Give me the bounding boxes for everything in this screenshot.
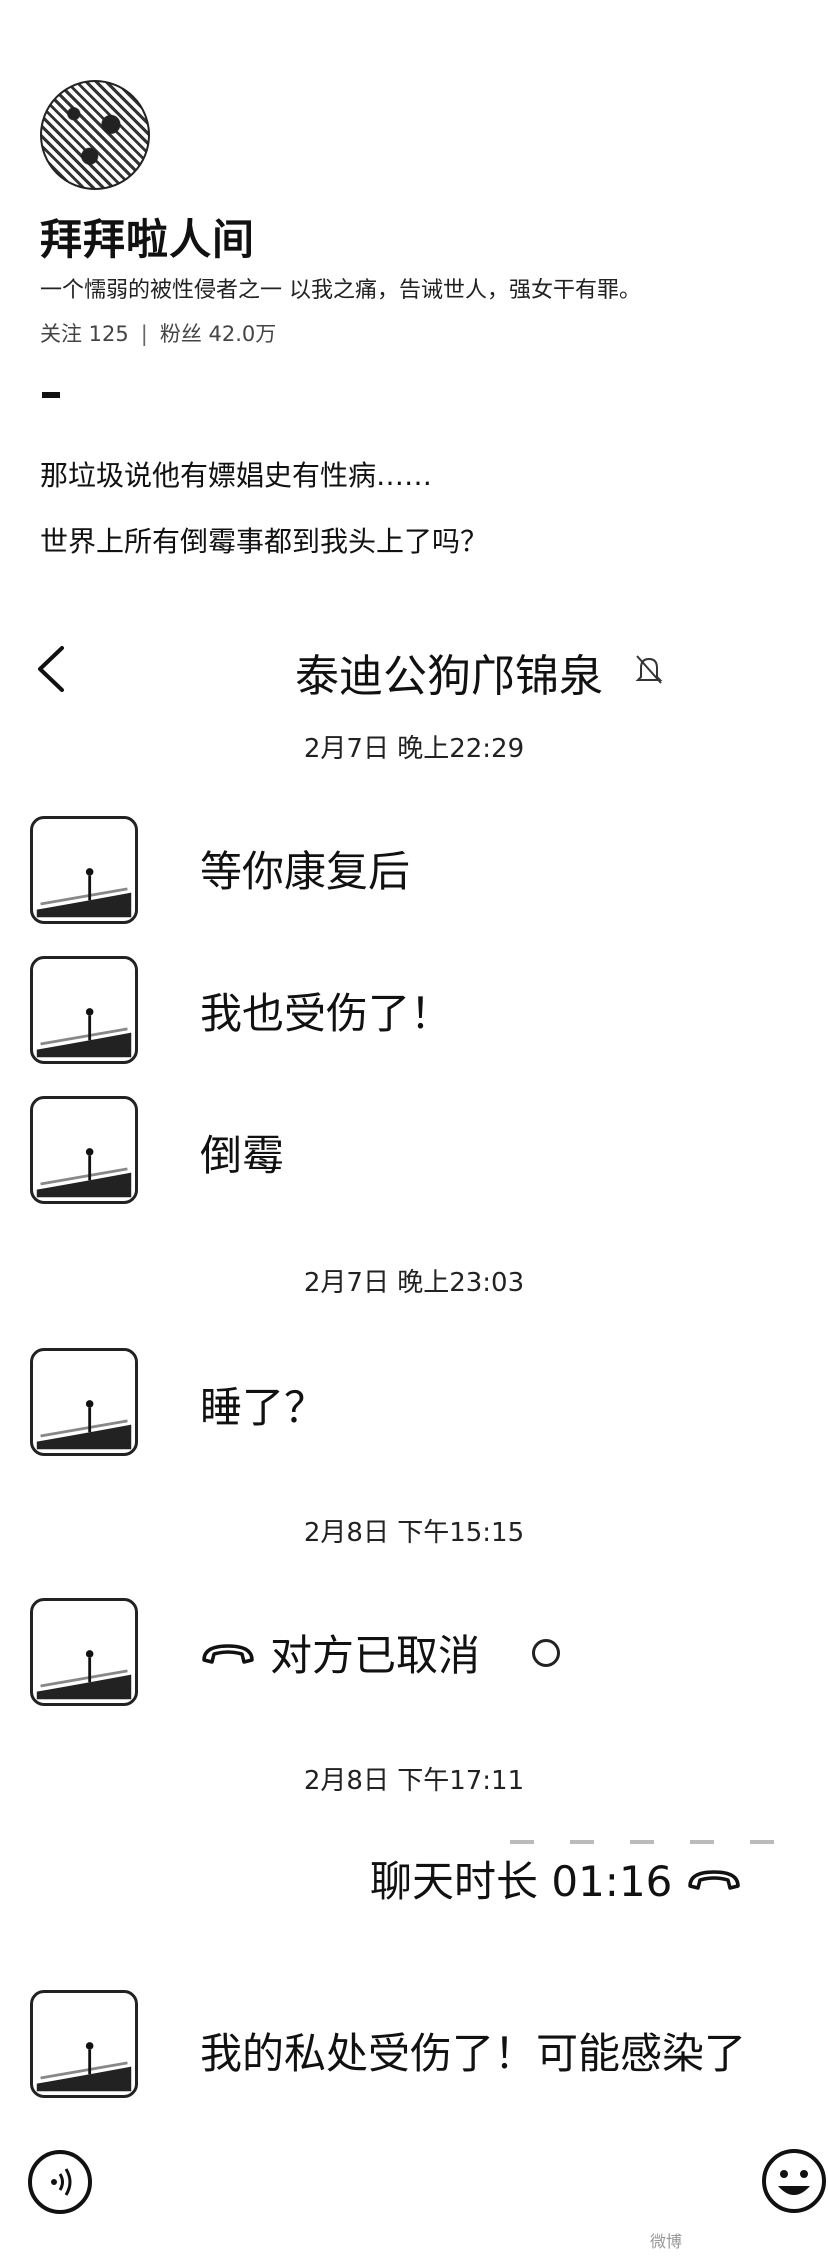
smiley-icon[interactable]: [760, 2146, 828, 2216]
post-text-line-2: 世界上所有倒霉事都到我头上了吗？: [40, 525, 489, 558]
avatar[interactable]: [30, 1598, 138, 1706]
timestamp: 2月8日 下午15:15: [303, 1518, 525, 1548]
avatar[interactable]: [30, 1990, 138, 2098]
phone-icon: [202, 1643, 254, 1664]
call-status-text: 对方已取消: [270, 1631, 481, 1680]
bubble-edge: [510, 1840, 790, 1844]
message-text[interactable]: 倒霉: [200, 1122, 284, 1183]
timestamp: 2月7日 晚上22:29: [303, 734, 525, 764]
bell-off-icon: [635, 655, 663, 684]
timestamp: 2月7日 晚上23:03: [303, 1268, 525, 1298]
profile-name[interactable]: 拜拜啦人间: [40, 206, 255, 267]
call-record-cancelled[interactable]: 对方已取消: [200, 1622, 561, 1683]
message-text[interactable]: 等你康复后: [200, 838, 410, 899]
message-text[interactable]: 我也受伤了！: [200, 980, 452, 1041]
timestamp: 2月8日 下午17:11: [303, 1766, 525, 1796]
chat-title: 泰迪公狗邝锦泉: [295, 651, 603, 702]
followers-count[interactable]: 粉丝 42.0万: [160, 322, 276, 346]
phone-icon: [688, 1869, 741, 1890]
message-text[interactable]: 睡了？: [200, 1374, 326, 1435]
contact-avatar-image: [36, 1650, 132, 1700]
following-count[interactable]: 关注 125: [40, 322, 129, 346]
divider-dash: [42, 392, 60, 398]
profile-stats: 关注 125 | 粉丝 42.0万: [40, 318, 276, 348]
voice-icon: [51, 2168, 72, 2196]
avatar[interactable]: [30, 1348, 138, 1456]
contact-avatar-image: [36, 1400, 132, 1450]
profile-avatar[interactable]: [40, 80, 150, 190]
call-record-duration[interactable]: 聊天时长 01:16: [370, 1848, 742, 1909]
contact-avatar-image: [36, 1148, 132, 1198]
status-circle-icon: [532, 1638, 561, 1667]
avatar[interactable]: [30, 956, 138, 1064]
message-text[interactable]: 我的私处受伤了！可能感染了: [200, 2020, 746, 2081]
chat-header: 泰迪公狗邝锦泉: [0, 630, 828, 710]
chevron-left-icon[interactable]: [32, 642, 72, 696]
voice-button[interactable]: [28, 2150, 92, 2214]
profile-bio: 一个懦弱的被性侵者之一 以我之痛，告诫世人，强女干有罪。: [40, 278, 641, 303]
post-text-line-1: 那垃圾说他有嫖娼史有性病……: [40, 459, 433, 492]
avatar[interactable]: [30, 1096, 138, 1204]
contact-avatar-image: [36, 2042, 132, 2092]
watermark: 微博: [650, 2232, 683, 2251]
profile-section: 拜拜啦人间 一个懦弱的被性侵者之一 以我之痛，告诫世人，强女干有罪。 关注 12…: [0, 0, 828, 600]
avatar[interactable]: [30, 816, 138, 924]
contact-avatar-image: [36, 1008, 132, 1058]
call-duration-text: 聊天时长 01:16: [370, 1857, 673, 1906]
contact-avatar-image: [36, 868, 132, 918]
stats-separator: |: [140, 322, 148, 346]
